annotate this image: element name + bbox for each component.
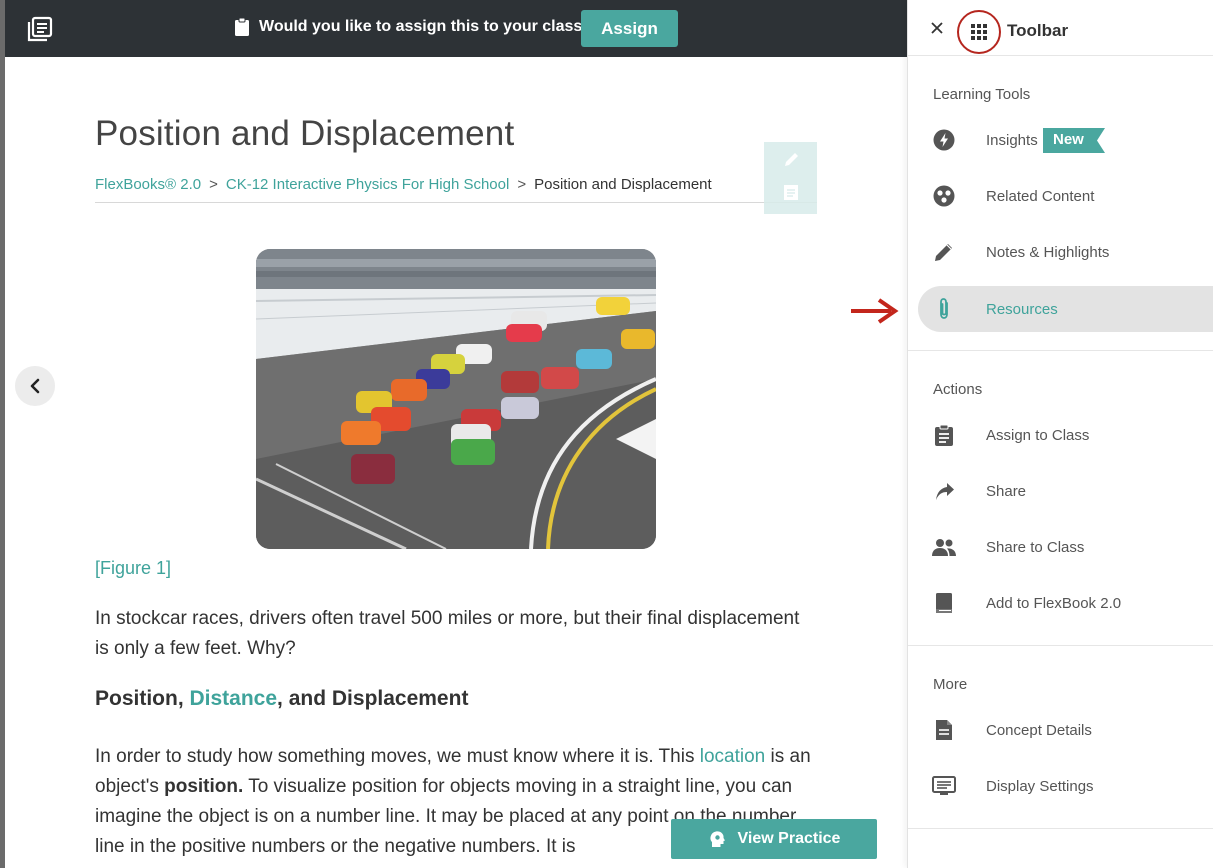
- pencil-icon[interactable]: [781, 150, 801, 170]
- top-bar: Would you like to assign this to your cl…: [5, 0, 907, 57]
- book-icon: [932, 591, 956, 615]
- brain-head-icon: [709, 831, 725, 847]
- body-bold-term: position.: [164, 776, 244, 797]
- paperclip-icon: [932, 297, 956, 321]
- pencil-icon: [932, 240, 956, 264]
- toolbar-item-label: Insights: [986, 131, 1038, 149]
- section-divider: [908, 350, 1213, 351]
- window-edge: [0, 0, 5, 868]
- toolbar-item-label: Notes & Highlights: [986, 243, 1110, 261]
- toolbar-item-label: Resources: [986, 300, 1058, 318]
- new-badge-label: New: [1053, 131, 1084, 148]
- section-heading-part2: , and Displacement: [277, 687, 469, 710]
- toolbar-item-notes-highlights[interactable]: Notes & Highlights: [918, 229, 1213, 275]
- toolbar-item-concept-details[interactable]: Concept Details: [918, 707, 1213, 753]
- floating-annotation-tools: [764, 142, 817, 214]
- toolbar-item-share-to-class[interactable]: Share to Class: [918, 524, 1213, 570]
- section-divider: [908, 828, 1213, 829]
- toolbar-item-label: Display Settings: [986, 777, 1094, 795]
- people-icon: [932, 535, 956, 559]
- clipboard-icon: [235, 18, 249, 36]
- bolt-icon: [932, 128, 956, 152]
- view-practice-label: View Practice: [737, 830, 841, 847]
- chevron-left-icon: [30, 378, 40, 394]
- assign-prompt: Would you like to assign this to your cl…: [235, 18, 592, 36]
- toolbar-item-display-settings[interactable]: Display Settings: [918, 763, 1213, 809]
- stockcar-race-image[interactable]: [256, 249, 656, 549]
- breadcrumb-current: Position and Displacement: [534, 176, 712, 193]
- section-title-actions: Actions: [933, 381, 983, 398]
- toolbar-title: Toolbar: [1007, 21, 1069, 40]
- breadcrumb-book[interactable]: CK-12 Interactive Physics For High Schoo…: [226, 176, 509, 202]
- breadcrumb-separator: >: [209, 176, 218, 193]
- toolbar-item-related-content[interactable]: Related Content: [918, 173, 1213, 219]
- note-icon[interactable]: [781, 182, 801, 202]
- toolbar-item-label: Concept Details: [986, 721, 1092, 739]
- toolbar-item-label: Assign to Class: [986, 426, 1090, 444]
- breadcrumb-flexbooks[interactable]: FlexBooks® 2.0: [95, 176, 201, 202]
- clipboard-icon: [932, 423, 956, 447]
- library-icon[interactable]: [27, 16, 53, 42]
- page-title: Position and Displacement: [95, 114, 515, 153]
- toolbar-item-share[interactable]: Share: [918, 468, 1213, 514]
- new-badge: New: [1043, 128, 1105, 153]
- toolbar-item-label: Add to FlexBook 2.0: [986, 594, 1122, 612]
- section-heading-link[interactable]: Distance: [190, 687, 278, 710]
- section-heading: Position, Distance, and Displacement: [95, 687, 468, 711]
- view-practice-button[interactable]: View Practice: [671, 819, 877, 859]
- related-content-icon: [932, 184, 956, 208]
- body-text-1: In order to study how something moves, w…: [95, 746, 700, 767]
- toolbar-grid-button[interactable]: [957, 10, 1001, 54]
- breadcrumb-separator: >: [517, 176, 527, 193]
- grid-icon: [971, 24, 987, 40]
- previous-page-button[interactable]: [15, 366, 55, 406]
- display-settings-icon: [932, 774, 956, 798]
- share-arrow-icon: [932, 479, 956, 503]
- section-title-learning-tools: Learning Tools: [933, 86, 1031, 103]
- toolbar-item-label: Share to Class: [986, 538, 1085, 556]
- breadcrumb: FlexBooks® 2.0 > CK-12 Interactive Physi…: [95, 176, 817, 203]
- intro-paragraph: In stockcar races, drivers often travel …: [95, 608, 800, 659]
- document-icon: [932, 718, 956, 742]
- toolbar-item-label: Related Content: [986, 187, 1095, 205]
- assign-prompt-text: Would you like to assign this to your cl…: [259, 18, 593, 35]
- close-icon[interactable]: [930, 21, 944, 35]
- section-heading-part1: Position,: [95, 687, 190, 710]
- assign-button[interactable]: Assign: [581, 10, 678, 47]
- location-link[interactable]: location: [700, 746, 766, 767]
- figure-caption[interactable]: [Figure 1]: [95, 558, 171, 579]
- toolbar-header: Toolbar: [908, 0, 1213, 56]
- annotation-arrow-icon: [851, 298, 899, 324]
- section-title-more: More: [933, 676, 968, 693]
- toolbar-item-label: Share: [986, 482, 1027, 500]
- toolbar-panel: Toolbar Learning Tools Insights New Rela…: [907, 0, 1227, 868]
- toolbar-item-assign-to-class[interactable]: Assign to Class: [918, 412, 1213, 458]
- section-divider: [908, 645, 1213, 646]
- toolbar-item-add-to-flexbook[interactable]: Add to FlexBook 2.0: [918, 580, 1213, 626]
- toolbar-item-resources[interactable]: Resources: [918, 286, 1213, 332]
